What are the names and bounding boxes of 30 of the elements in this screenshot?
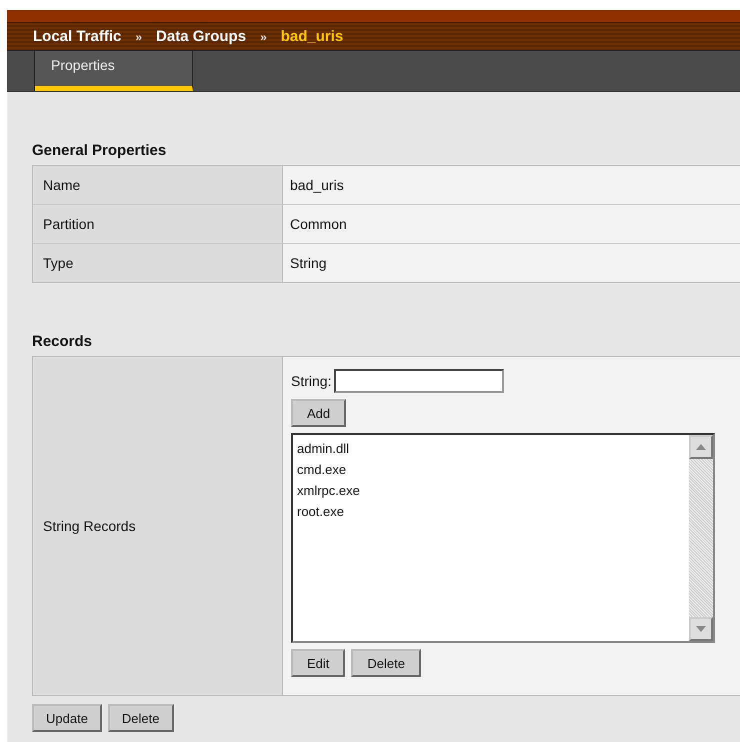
list-item[interactable]: xmlrpc.exe [297,480,685,501]
property-value: Common [290,216,347,232]
list-item[interactable]: root.exe [297,501,685,522]
scroll-up-icon[interactable] [689,435,713,459]
field-label: String: [291,373,332,389]
property-label: Name [43,177,80,193]
property-label: String Records [43,518,136,534]
breadcrumb-item: bad_uris [280,28,344,45]
action-button[interactable]: Delete [108,704,174,732]
breadcrumb-separator: » [260,30,267,44]
records-listbox[interactable]: admin.dll cmd.exe xmlrpc.exe root.exe [291,433,715,643]
add-button[interactable]: Add [291,399,346,427]
property-label: Partition [43,216,94,232]
scrollbar[interactable] [689,435,713,641]
breadcrumb-item[interactable]: Data Groups [156,28,246,45]
action-button[interactable]: Update [32,704,102,732]
scroll-down-icon[interactable] [689,617,713,641]
delete-button[interactable]: Delete [351,649,421,677]
list-item[interactable]: cmd.exe [297,459,685,480]
property-value: String [290,255,327,271]
edit-button[interactable]: Edit [291,649,346,677]
property-value: bad_uris [290,177,344,193]
list-item[interactable]: admin.dll [297,438,685,459]
breadcrumb-separator: » [135,30,142,44]
property-label: Type [43,255,74,271]
section-title: General Properties [32,142,168,159]
string-input[interactable] [334,369,504,393]
breadcrumb-item[interactable]: Local Traffic [33,28,122,45]
section-title: Records [32,333,94,350]
tab[interactable]: Properties [35,51,193,91]
